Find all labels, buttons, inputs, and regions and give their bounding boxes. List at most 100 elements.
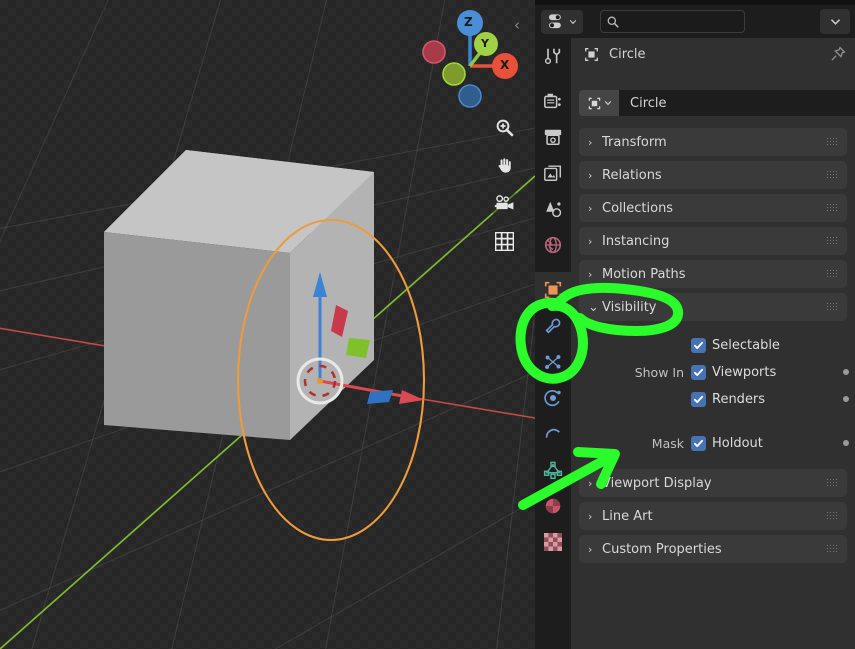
object-name-field[interactable]: Circle	[619, 90, 855, 116]
panel-grip[interactable]	[827, 303, 838, 311]
gizmo-axis-z-label[interactable]: Z	[464, 15, 473, 29]
toggle-orthographic-icon[interactable]	[489, 226, 519, 256]
panel-title: Custom Properties	[602, 541, 722, 557]
gizmo-axis-x-label[interactable]: X	[500, 58, 509, 72]
animate-decorator[interactable]	[843, 369, 849, 375]
panel-header-motion-paths[interactable]: › Motion Paths	[579, 260, 847, 288]
tab-texture[interactable]	[535, 524, 571, 560]
tab-physics[interactable]	[535, 380, 571, 416]
checkbox-renders[interactable]	[691, 392, 706, 407]
panel-title: Visibility	[602, 299, 657, 315]
object-icon	[585, 47, 598, 61]
panel-arrow: ›	[588, 476, 593, 490]
tab-world[interactable]	[535, 227, 571, 263]
sidebar-collapse-arrow[interactable]: ‹	[514, 18, 520, 33]
gizmo-axis-y-label[interactable]: Y	[481, 37, 489, 50]
scene-cone-icon	[546, 201, 562, 218]
blender-window: Z Y X ‹ Circle Circle › Transform › Rela…	[0, 0, 855, 649]
object-id-type-button[interactable]	[579, 90, 619, 116]
checkbox-label-selectable[interactable]: Selectable	[712, 338, 780, 353]
tab-view-layer[interactable]	[535, 155, 571, 191]
pin-icon[interactable]	[829, 45, 847, 67]
header-options-dropdown[interactable]	[820, 9, 850, 34]
chevron-down-icon	[830, 19, 840, 25]
chevron-down-icon	[604, 101, 611, 106]
panel-arrow: ›	[588, 201, 593, 215]
search-input[interactable]	[623, 14, 739, 29]
3d-viewport[interactable]: Z Y X ‹	[0, 0, 535, 649]
properties-panel-list: › Transform › Relations › Collections › …	[579, 128, 855, 568]
panel-grip[interactable]	[827, 237, 838, 245]
panel-header-relations[interactable]: › Relations	[579, 161, 847, 189]
panel-grip[interactable]	[827, 479, 838, 487]
panel-title: Relations	[602, 167, 662, 183]
tool-icon	[544, 48, 561, 65]
panel-title: Line Art	[602, 508, 653, 524]
panel-title: Viewport Display	[602, 475, 712, 491]
camera-view-icon[interactable]	[489, 188, 519, 218]
checkbox-label-renders[interactable]: Renders	[712, 392, 765, 407]
tab-render[interactable]	[535, 83, 571, 119]
checkbox-holdout[interactable]	[691, 436, 706, 451]
check-icon	[693, 439, 704, 447]
tab-output[interactable]	[535, 119, 571, 155]
row-mask-holdout: Mask Holdout	[579, 430, 855, 457]
tab-tool[interactable]	[535, 38, 571, 74]
animate-decorator[interactable]	[843, 396, 849, 402]
tab-object[interactable]	[535, 272, 571, 308]
tab-material[interactable]	[535, 488, 571, 524]
panel-arrow: ⌄	[588, 299, 599, 315]
panel-header-viewport-display[interactable]: › Viewport Display	[579, 469, 847, 497]
breadcrumb: Circle	[571, 38, 855, 70]
properties-editor: Circle Circle › Transform › Relations › …	[535, 0, 855, 649]
row-label-mask: Mask	[651, 436, 684, 451]
panel-arrow: ›	[588, 135, 593, 149]
panel-grip[interactable]	[827, 545, 838, 553]
panel-title: Collections	[602, 200, 674, 216]
search-box[interactable]	[600, 10, 745, 33]
modifier-wrench-icon	[545, 318, 561, 334]
editor-type-selector[interactable]	[541, 9, 583, 34]
search-icon	[607, 16, 619, 28]
panel-header-visibility[interactable]: ⌄ Visibility	[579, 293, 847, 321]
panel-header-line-art[interactable]: › Line Art	[579, 502, 847, 530]
chevron-down-icon	[569, 19, 576, 24]
tab-modifiers[interactable]	[535, 308, 571, 344]
panel-header-transform[interactable]: › Transform	[579, 128, 847, 156]
panel-grip[interactable]	[827, 138, 838, 146]
panel-arrow: ›	[588, 168, 593, 182]
panel-grip[interactable]	[827, 171, 838, 179]
panel-header-instancing[interactable]: › Instancing	[579, 227, 847, 255]
panel-title: Motion Paths	[602, 266, 686, 282]
properties-sliders-icon	[548, 14, 561, 29]
panel-grip[interactable]	[827, 512, 838, 520]
render-camera-icon	[544, 93, 561, 109]
checkbox-viewports[interactable]	[691, 365, 706, 380]
zoom-icon[interactable]	[489, 112, 519, 142]
panel-arrow: ›	[588, 267, 593, 281]
checkbox-label-holdout[interactable]: Holdout	[712, 436, 763, 451]
material-sphere-icon	[545, 498, 561, 514]
properties-tab-column	[535, 38, 571, 649]
tab-particles[interactable]	[535, 344, 571, 380]
tab-object-data[interactable]	[535, 452, 571, 488]
output-printer-icon	[544, 129, 562, 146]
panel-grip[interactable]	[827, 270, 838, 278]
checkbox-label-viewports[interactable]: Viewports	[712, 365, 776, 380]
checkbox-selectable[interactable]	[691, 338, 706, 353]
panel-arrow: ›	[588, 509, 593, 523]
tab-scene[interactable]	[535, 191, 571, 227]
panel-arrow: ›	[588, 234, 593, 248]
animate-decorator[interactable]	[843, 440, 849, 446]
tab-object-constraints[interactable]	[535, 416, 571, 452]
row-selectable: Selectable	[579, 332, 855, 359]
panel-grip[interactable]	[827, 204, 838, 212]
constraints-icon	[545, 428, 561, 438]
viewport-objects[interactable]	[0, 0, 535, 649]
object-square-icon	[544, 281, 562, 299]
panel-header-collections[interactable]: › Collections	[579, 194, 847, 222]
panel-header-custom-properties[interactable]: › Custom Properties	[579, 535, 847, 563]
row-show-in-viewports: Show In Viewports	[579, 359, 855, 386]
pan-hand-icon[interactable]	[489, 150, 519, 180]
texture-checker-icon	[544, 533, 562, 551]
